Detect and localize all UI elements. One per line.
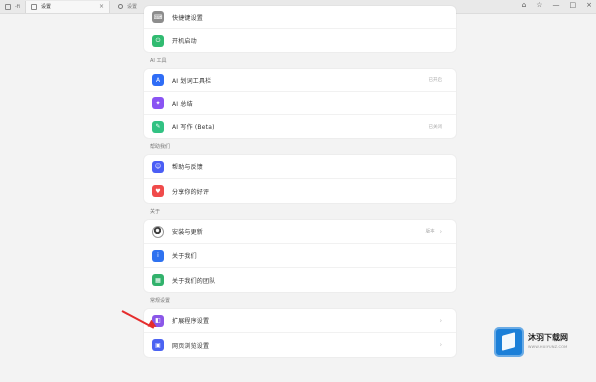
settings-row-about-us[interactable]: i 关于我们 bbox=[144, 244, 456, 268]
tab-label: 设置 bbox=[40, 4, 51, 10]
tab-previous[interactable]: -fi bbox=[0, 0, 26, 13]
close-window-icon[interactable]: × bbox=[586, 1, 592, 9]
keyboard-icon: ⌨ bbox=[152, 11, 164, 23]
about-card: 安装与更新 版本 › i 关于我们 ▦ 关于我们的团队 bbox=[144, 220, 456, 292]
feedback-icon: ☺ bbox=[152, 160, 164, 173]
row-label: 帮助与反馈 bbox=[172, 164, 204, 171]
row-label: 安装与更新 bbox=[172, 229, 204, 236]
ai-toolbar-icon: A bbox=[152, 74, 164, 86]
window-controls: ⌂ ☆ — □ × bbox=[522, 1, 592, 9]
ai-write-icon: ✎ bbox=[152, 120, 164, 133]
row-label: 扩展程序设置 bbox=[172, 318, 210, 325]
close-icon[interactable]: × bbox=[99, 3, 104, 10]
cube-icon bbox=[502, 332, 515, 351]
watermark-url: WWW.HUIYUNZ.COM bbox=[528, 345, 568, 350]
address-text: 设置 bbox=[127, 4, 138, 10]
maximize-icon[interactable]: □ bbox=[570, 1, 577, 9]
ai-tools-card: A AI 划词工具栏 已开启 ✦ AI 总结 ✎ AI 写作 (Beta) 已关… bbox=[144, 69, 456, 138]
row-chevron: › bbox=[440, 317, 442, 324]
settings-row-rate[interactable]: ♥ 分享你的好评 bbox=[144, 179, 456, 203]
settings-top-card: ⌨ 快捷键设置 ⏻ 开机启动 bbox=[144, 6, 456, 52]
row-status: 已开启 bbox=[428, 78, 443, 83]
group-label-about: 关于 bbox=[150, 209, 161, 215]
settings-row-extensions[interactable]: ◧ 扩展程序设置 › bbox=[144, 309, 456, 333]
chevron-right-icon: › bbox=[439, 228, 442, 235]
profile-avatar bbox=[152, 225, 164, 238]
row-label: 关于我们的团队 bbox=[172, 277, 216, 285]
row-label: 关于我们 bbox=[172, 253, 197, 260]
settings-row-update[interactable]: 安装与更新 版本 › bbox=[144, 220, 456, 244]
group-label-general: 常规设置 bbox=[150, 298, 171, 304]
settings-row-web[interactable]: ▣ 网页浏览设置 › bbox=[144, 333, 456, 357]
row-status: 已关闭 bbox=[428, 124, 443, 130]
settings-row-ai-write[interactable]: ✎ AI 写作 (Beta) 已关闭 bbox=[144, 115, 456, 138]
page-icon bbox=[5, 3, 11, 10]
settings-icon bbox=[30, 3, 37, 10]
settings-row-ai-summary[interactable]: ✦ AI 总结 bbox=[144, 92, 456, 115]
info-icon: i bbox=[152, 249, 164, 262]
tab-settings[interactable]: 设置 × bbox=[25, 0, 111, 13]
group-label-help: 帮助我们 bbox=[150, 144, 171, 150]
watermark-brand: 沐羽下载网 bbox=[528, 333, 568, 343]
settings-row-startup[interactable]: ⏻ 开机启动 bbox=[144, 29, 456, 52]
watermark-text: 沐羽下载网 WWW.HUIYUNZ.COM bbox=[528, 334, 568, 350]
search-icon bbox=[118, 4, 124, 9]
row-label: 分享你的好评 bbox=[172, 188, 210, 196]
version-text: 版本 bbox=[425, 229, 435, 235]
row-label: 开机启动 bbox=[172, 38, 197, 45]
general-card: ◧ 扩展程序设置 › ▣ 网页浏览设置 › bbox=[144, 309, 456, 357]
minimize-icon[interactable]: — bbox=[553, 1, 560, 9]
chevron-right-icon: › bbox=[439, 317, 442, 324]
heart-icon: ♥ bbox=[152, 185, 164, 197]
help-card: ☺ 帮助与反馈 ♥ 分享你的好评 bbox=[144, 155, 456, 203]
team-icon: ▦ bbox=[152, 274, 164, 286]
watermark-icon bbox=[494, 327, 524, 357]
bookmark-icon[interactable]: ☆ bbox=[536, 1, 542, 9]
row-label: AI 划词工具栏 bbox=[172, 77, 212, 85]
row-status: 版本 › bbox=[426, 228, 442, 235]
chevron-right-icon: › bbox=[439, 341, 442, 349]
settings-row-ai-toolbar[interactable]: A AI 划词工具栏 已开启 bbox=[144, 69, 456, 92]
group-label-ai-tools: AI 工具 bbox=[150, 58, 167, 64]
settings-row-shortcuts[interactable]: ⌨ 快捷键设置 bbox=[144, 6, 456, 29]
settings-row-feedback[interactable]: ☺ 帮助与反馈 bbox=[144, 155, 456, 179]
home-icon[interactable]: ⌂ bbox=[522, 1, 526, 9]
row-label: AI 写作 (Beta) bbox=[172, 124, 215, 131]
watermark-logo: 沐羽下载网 WWW.HUIYUNZ.COM bbox=[494, 327, 590, 357]
row-label: AI 总结 bbox=[172, 100, 193, 108]
row-chevron: › bbox=[440, 342, 442, 349]
settings-page: ⌨ 快捷键设置 ⏻ 开机启动 AI 工具 A AI 划词工具栏 已开启 ✦ AI… bbox=[144, 6, 456, 357]
web-icon: ▣ bbox=[152, 339, 164, 351]
settings-row-team[interactable]: ▦ 关于我们的团队 bbox=[144, 268, 456, 292]
row-label: 快捷键设置 bbox=[172, 14, 204, 22]
address-bar[interactable]: 设置 bbox=[118, 3, 137, 10]
tab-label: -fi bbox=[15, 3, 20, 10]
ai-summary-icon: ✦ bbox=[152, 97, 164, 109]
power-icon: ⏻ bbox=[152, 34, 164, 47]
row-label: 网页浏览设置 bbox=[172, 342, 210, 350]
